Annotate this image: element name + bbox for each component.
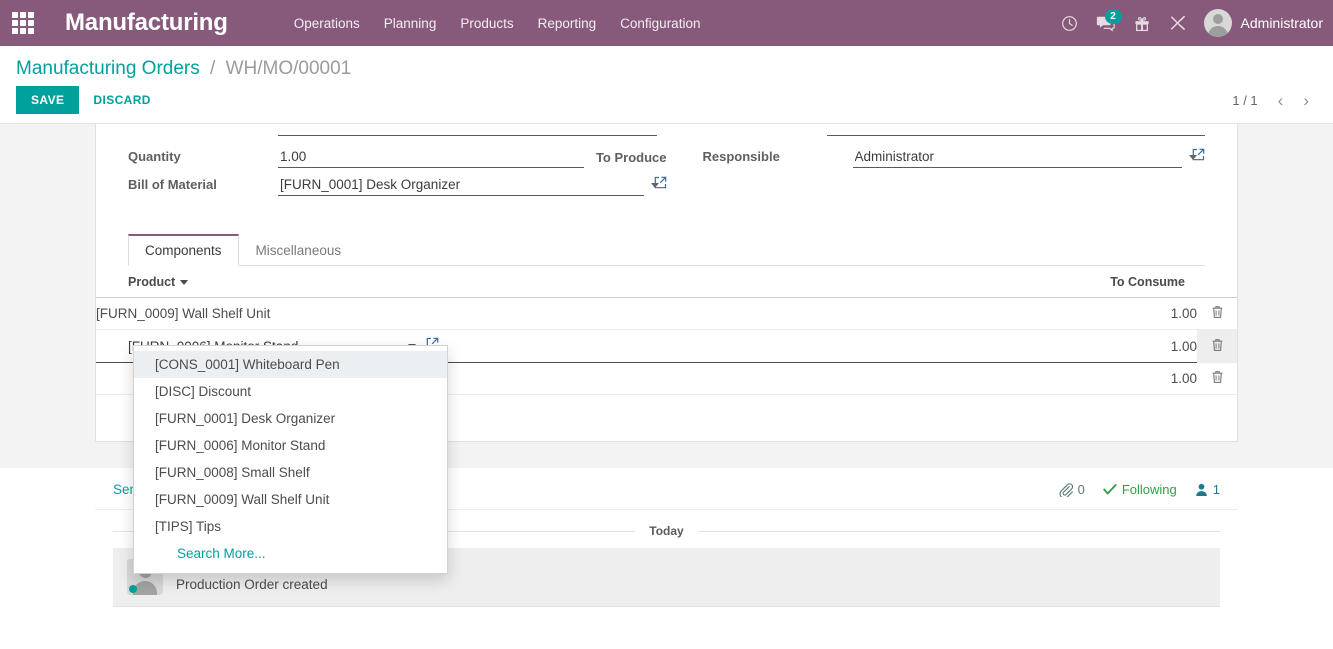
autocomplete-option-furn-0001[interactable]: [FURN_0001] Desk Organizer [134, 405, 447, 432]
autocomplete-option-disc[interactable]: [DISC] Discount [134, 378, 447, 405]
row-delete-button[interactable] [1197, 297, 1237, 330]
breadcrumb-current: WH/MO/00001 [225, 58, 352, 79]
discard-button[interactable]: DISCARD [79, 86, 164, 114]
row-to-consume-cell[interactable]: 1.00 [974, 362, 1197, 395]
form-column-right: Responsible [667, 140, 1206, 196]
avatar [1203, 9, 1232, 37]
followers-button[interactable]: 1 [1195, 482, 1220, 497]
debug-tools-icon[interactable] [1160, 0, 1196, 46]
apps-grid-icon [12, 12, 34, 34]
app-brand-title[interactable]: Manufacturing [65, 9, 228, 37]
tab-miscellaneous[interactable]: Miscellaneous [239, 234, 359, 266]
user-name-label: Administrator [1240, 15, 1323, 31]
apps-menu-button[interactable] [0, 0, 46, 46]
menu-item-planning[interactable]: Planning [372, 10, 449, 37]
column-header-to-consume[interactable]: To Consume [974, 266, 1197, 298]
field-responsible: Responsible [703, 140, 1206, 168]
bill-of-material-external-link-icon[interactable] [654, 176, 667, 196]
field-quantity: Quantity To Produce [128, 140, 667, 168]
autocomplete-option-furn-0009[interactable]: [FURN_0009] Wall Shelf Unit [134, 486, 447, 513]
quantity-input[interactable] [278, 148, 584, 168]
field-bill-of-material: Bill of Material [128, 168, 667, 196]
form-column-left: Quantity To Produce Bill of Material [128, 140, 667, 196]
control-panel: Manufacturing Orders / WH/MO/00001 SAVE … [0, 46, 1333, 123]
bill-of-material-input[interactable] [278, 176, 644, 196]
control-panel-actions: SAVE DISCARD 1 / 1 ‹ › [16, 86, 1317, 123]
message-body-text: Production Order created [176, 577, 328, 592]
tab-components[interactable]: Components [128, 234, 239, 266]
pager-count: 1 / 1 [1232, 92, 1258, 108]
autocomplete-search-more[interactable]: Search More... [134, 540, 447, 567]
trash-icon [1211, 370, 1224, 387]
gift-icon[interactable] [1124, 0, 1160, 46]
record-pager: 1 / 1 ‹ › [1224, 92, 1317, 109]
main-menu: Operations Planning Products Reporting C… [282, 10, 713, 37]
product-autocomplete-dropdown: [CONS_0001] Whiteboard Pen [DISC] Discou… [133, 345, 448, 574]
quantity-suffix-label: To Produce [595, 150, 667, 165]
chatter-stats: 0 Following 1 [1059, 482, 1220, 497]
navbar-systray: 2 Administrator [1052, 0, 1333, 46]
top-navbar: Manufacturing Operations Planning Produc… [0, 0, 1333, 46]
field-bill-of-material-label: Bill of Material [128, 177, 217, 192]
table-row[interactable]: [FURN_0009] Wall Shelf Unit 1.00 [96, 297, 1237, 330]
messages-badge: 2 [1104, 9, 1122, 24]
column-header-delete [1197, 266, 1237, 298]
trash-icon [1211, 338, 1224, 355]
online-status-icon [129, 585, 137, 593]
row-delete-button[interactable] [1197, 329, 1237, 363]
save-button[interactable]: SAVE [16, 86, 80, 114]
breadcrumb-separator: / [210, 58, 216, 79]
menu-item-reporting[interactable]: Reporting [526, 10, 609, 37]
attachment-count: 0 [1077, 482, 1085, 497]
attachments-button[interactable]: 0 [1059, 482, 1085, 497]
menu-item-products[interactable]: Products [448, 10, 525, 37]
responsible-input[interactable] [852, 148, 1182, 168]
breadcrumb-root-link[interactable]: Manufacturing Orders [16, 58, 200, 79]
row-product-cell[interactable]: [FURN_0009] Wall Shelf Unit [96, 297, 975, 330]
following-label: Following [1121, 482, 1177, 497]
autocomplete-option-cons-0001[interactable]: [CONS_0001] Whiteboard Pen [134, 351, 447, 378]
responsible-external-link-icon[interactable] [1192, 148, 1205, 168]
following-button[interactable]: Following [1103, 482, 1177, 497]
user-icon [1195, 483, 1207, 496]
followers-count: 1 [1212, 482, 1220, 497]
sort-desc-icon [180, 280, 189, 286]
autocomplete-option-furn-0008[interactable]: [FURN_0008] Small Shelf [134, 459, 447, 486]
paperclip-icon [1059, 482, 1073, 497]
trash-icon [1211, 305, 1224, 322]
notebook-tabs: Components Miscellaneous [128, 234, 1205, 266]
user-menu-button[interactable]: Administrator [1203, 9, 1329, 37]
breadcrumb: Manufacturing Orders / WH/MO/00001 [16, 46, 1317, 86]
cut-off-field-row [128, 124, 1205, 136]
menu-item-operations[interactable]: Operations [282, 10, 372, 37]
row-to-consume-cell[interactable]: 1.00 [974, 297, 1197, 330]
row-delete-button[interactable] [1197, 362, 1237, 395]
row-to-consume-cell[interactable]: 1.00 [974, 329, 1197, 363]
date-separator-label: Today [649, 524, 684, 538]
column-header-product[interactable]: Product [96, 266, 975, 298]
autocomplete-option-tips[interactable]: [TIPS] Tips [134, 513, 447, 540]
field-quantity-label: Quantity [128, 149, 181, 164]
form-fields-grid: Quantity To Produce Bill of Material [128, 136, 1205, 196]
field-responsible-label: Responsible [702, 149, 780, 164]
check-icon [1103, 484, 1117, 495]
column-header-product-label: Product [128, 275, 176, 289]
messages-icon[interactable]: 2 [1088, 0, 1124, 46]
activity-clock-icon[interactable] [1052, 0, 1088, 46]
table-header-row: Product To Consume [96, 266, 1237, 298]
autocomplete-option-furn-0006[interactable]: [FURN_0006] Monitor Stand [134, 432, 447, 459]
pager-previous-button[interactable]: ‹ [1270, 92, 1292, 109]
menu-item-configuration[interactable]: Configuration [608, 10, 712, 37]
pager-next-button[interactable]: › [1295, 92, 1317, 109]
